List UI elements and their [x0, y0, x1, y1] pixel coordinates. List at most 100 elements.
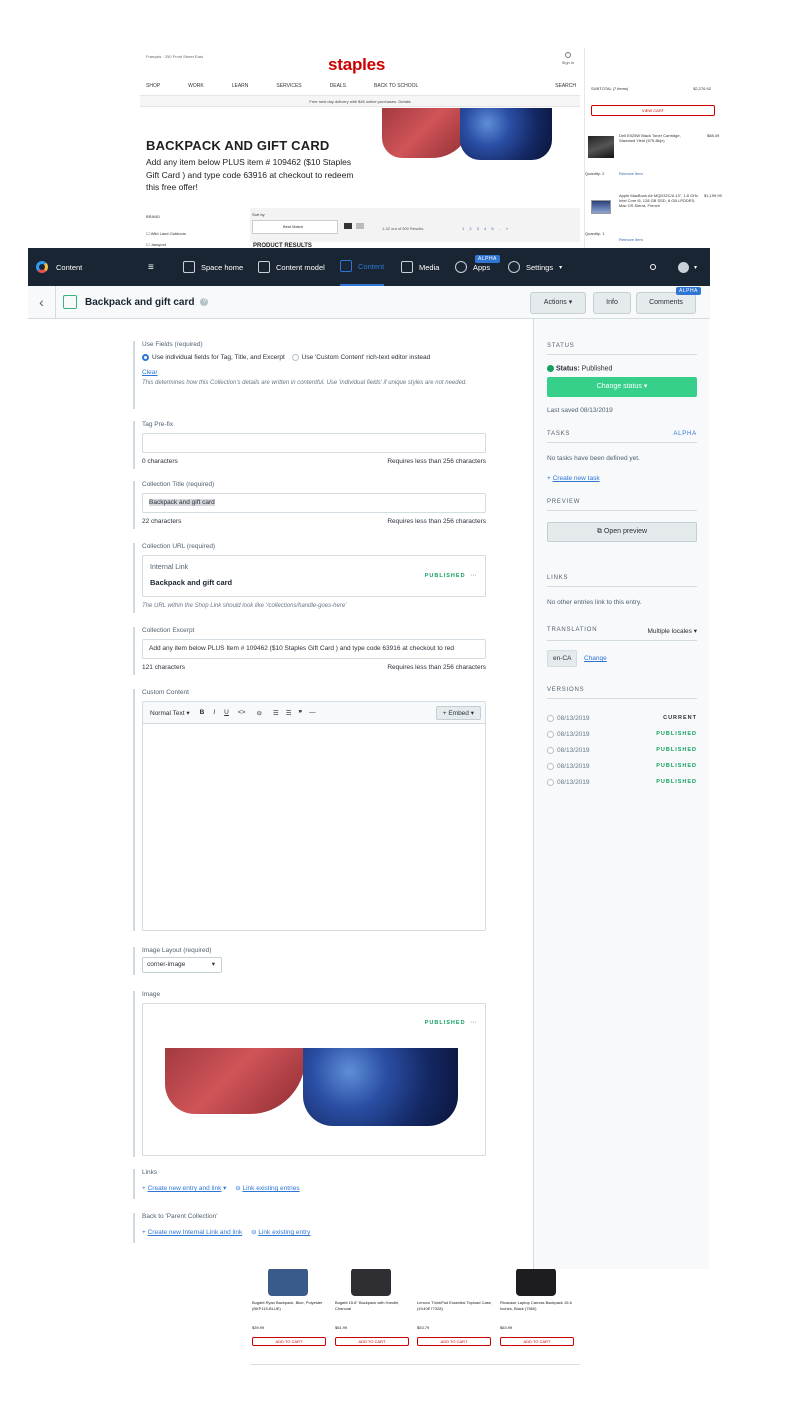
version-row[interactable]: 08/13/2019 CURRENT	[547, 715, 697, 722]
cart-item-1-price: $88.49	[707, 133, 720, 138]
nav-shop[interactable]: SHOP	[146, 83, 160, 89]
store-locator[interactable]: Français · 250 Front Street East	[146, 54, 203, 59]
product-card[interactable]: Rivacase Laptop Canvas Backpack 15.6 Inc…	[500, 1268, 576, 1346]
version-row[interactable]: 08/13/2019 PUBLISHED	[547, 731, 697, 738]
add-to-cart-button[interactable]: ADD TO CART	[335, 1336, 409, 1346]
radio-off-icon	[291, 354, 299, 361]
embed-button[interactable]: + Embed ▾	[435, 705, 481, 720]
create-internal-link[interactable]: + Create new Internal Link and link	[142, 1229, 242, 1236]
create-entry-link[interactable]: + Create new entry and link ▾	[142, 1185, 226, 1192]
no-links: No other entries link to this entry.	[547, 599, 642, 606]
view-cart-button[interactable]: VIEW CART	[591, 105, 715, 116]
locales-dropdown[interactable]: Multiple locales ▾	[647, 627, 697, 635]
text-style-dropdown[interactable]: Normal Text ▾	[150, 709, 190, 717]
nav-content-model[interactable]: Content model	[258, 248, 325, 286]
pagination[interactable]: 1 2 3 4 5 .. »	[462, 226, 508, 231]
image-layout-select[interactable]: corner-image ▾	[142, 957, 222, 973]
version-row[interactable]: 08/13/2019 PUBLISHED	[547, 763, 697, 770]
staples-logo[interactable]: staples	[328, 55, 385, 75]
product-card[interactable]: Bugatti Ryan Backpack, Blue, Polyester (…	[252, 1268, 328, 1346]
search-icon[interactable]	[650, 248, 656, 286]
nav-content[interactable]: Content	[340, 248, 385, 286]
account-avatar[interactable]: ▾	[678, 248, 697, 286]
clear-link[interactable]: Clear	[142, 369, 486, 376]
comments-button[interactable]: Comments	[636, 292, 696, 314]
create-task-link[interactable]: + Create new task	[547, 475, 600, 482]
bold-icon[interactable]: B	[200, 709, 205, 716]
collection-excerpt-input[interactable]: Add any item below PLUS Item # 109462 ($…	[142, 639, 486, 659]
nav-services[interactable]: SERVICES	[276, 83, 301, 89]
version-radio-icon	[547, 763, 554, 770]
remove-item-1[interactable]: Remove Item	[619, 171, 643, 176]
italic-icon[interactable]: I	[213, 709, 215, 716]
change-locale-link[interactable]: Change	[584, 655, 607, 662]
hr-icon[interactable]: —	[309, 709, 316, 716]
actions-button[interactable]: Actions ▾	[530, 292, 586, 314]
sign-in-link[interactable]: Sign In	[558, 52, 578, 65]
add-to-cart-button[interactable]: ADD TO CART	[500, 1336, 574, 1346]
grid-view-icon[interactable]	[344, 223, 352, 229]
image-icon	[401, 261, 413, 273]
back-button[interactable]: ‹	[28, 285, 56, 319]
tag-prefix-input[interactable]	[142, 433, 486, 453]
product-card[interactable]: Lenovo ThinkPad Essential Topload Case, …	[417, 1268, 493, 1346]
nav-search[interactable]: SEARCH	[555, 83, 576, 89]
nav-work[interactable]: WORK	[188, 83, 204, 89]
open-preview-button[interactable]: ⧉ Open preview	[547, 522, 697, 542]
edit-icon	[340, 260, 352, 272]
app-title[interactable]: Content	[56, 263, 82, 272]
change-status-button[interactable]: Change status ▾	[547, 377, 697, 397]
quote-icon[interactable]: ❞	[299, 709, 303, 717]
internal-link-card[interactable]: Internal Link Backpack and gift card PUB…	[142, 555, 486, 597]
version-row[interactable]: 08/13/2019 PUBLISHED	[547, 779, 697, 786]
more-icon[interactable]: ···	[470, 572, 477, 579]
promo-description: Add any item below PLUS item # 109462 ($…	[146, 157, 354, 192]
cube-icon	[258, 261, 270, 273]
info-button[interactable]: Info	[593, 292, 631, 314]
help-icon[interactable]: ?	[200, 298, 209, 306]
link-existing-entry[interactable]: ⊖ Link existing entry	[251, 1229, 310, 1236]
use-fields-label: Use Fields (required)	[142, 341, 203, 348]
cart-item-2-name[interactable]: Apple MacBook Air MQD32C/A 13", 1.8 GHz …	[619, 193, 699, 208]
menu-icon[interactable]: ≡	[148, 248, 154, 286]
red-backpack-image	[165, 1048, 305, 1114]
nav-deals[interactable]: DEALS	[330, 83, 346, 89]
bulleted-list-icon[interactable]: ☰	[273, 709, 279, 717]
nav-learn[interactable]: LEARN	[232, 83, 249, 89]
radio-individual[interactable]: Use individual fields for Tag, Title, an…	[142, 354, 285, 361]
link-existing-entries[interactable]: ⊖ Link existing entries	[235, 1185, 299, 1192]
nav-apps[interactable]: Apps	[455, 248, 490, 286]
promo-heading: BACKPACK AND GIFT CARD	[146, 138, 330, 153]
contentful-logo-icon[interactable]	[36, 261, 48, 273]
nav-settings[interactable]: Settings ▾	[508, 248, 562, 286]
tag-prefix-help: 0 characters Requires less than 256 chara…	[142, 458, 486, 465]
version-radio-icon	[547, 779, 554, 786]
nav-back-to-school[interactable]: BACK TO SCHOOL	[374, 83, 418, 89]
product-card[interactable]: Bugatti 15.6" Backpack with Handle, Char…	[335, 1268, 411, 1346]
cart-item-1-name[interactable]: Dell E525W Black Toner Cartridge, Standa…	[619, 133, 691, 143]
code-icon[interactable]: <>	[238, 709, 246, 716]
rich-text-editor[interactable]: Normal Text ▾ B I U <> ⊖ ☰ ☰ ❞ — + Embed…	[142, 701, 486, 931]
image-asset-card[interactable]: PUBLISHED ···	[142, 1003, 486, 1156]
more-icon[interactable]: ···	[470, 1019, 477, 1026]
add-to-cart-button[interactable]: ADD TO CART	[252, 1336, 326, 1346]
link-icon[interactable]: ⊖	[256, 709, 261, 717]
preview-heading: PREVIEW	[547, 499, 697, 511]
parent-collection-label: Back to 'Parent Collection'	[142, 1213, 218, 1220]
nav-media[interactable]: Media	[401, 248, 439, 286]
remove-item-2[interactable]: Remove Item	[619, 237, 643, 242]
version-row[interactable]: 08/13/2019 PUBLISHED	[547, 747, 697, 754]
list-view-icon[interactable]	[356, 223, 364, 229]
facet-jansport[interactable]: ☐ Jansport	[146, 242, 186, 247]
underline-icon[interactable]: U	[224, 709, 229, 716]
nav-space-home[interactable]: Space home	[183, 248, 243, 286]
radio-custom[interactable]: Use 'Custom Content' rich-text editor in…	[291, 354, 430, 361]
numbered-list-icon[interactable]: ☰	[286, 709, 292, 717]
comments-alpha-badge: ALPHA	[676, 287, 701, 295]
parent-actions: + Create new Internal Link and link ⊖ Li…	[142, 1228, 486, 1236]
sort-select[interactable]: Best Match	[252, 220, 338, 234]
add-to-cart-button[interactable]: ADD TO CART	[417, 1336, 491, 1346]
links-actions: + Create new entry and link ▾ ⊖ Link exi…	[142, 1184, 486, 1192]
facet-wild-land[interactable]: ☐ Wild Land Outdoors	[146, 231, 186, 236]
collection-title-input[interactable]: Backpack and gift card	[142, 493, 486, 513]
